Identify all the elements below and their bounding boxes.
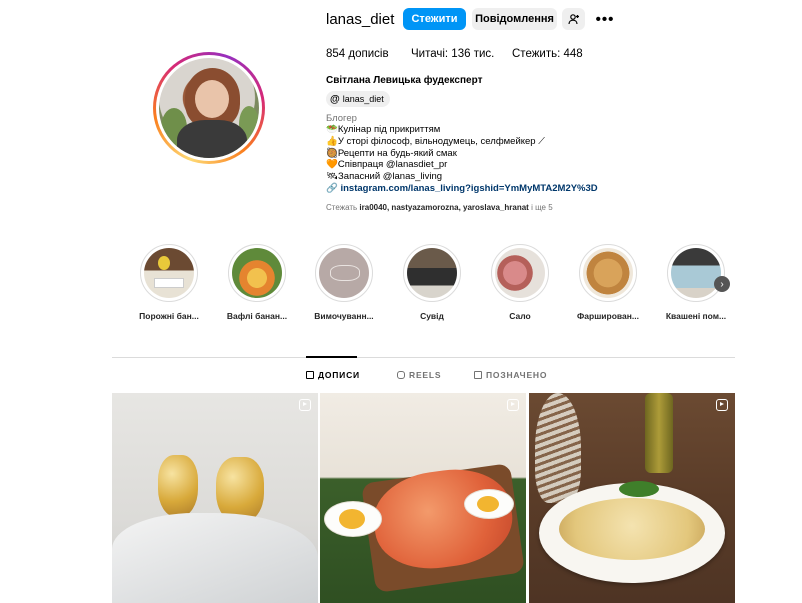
highlight-cover bbox=[495, 248, 545, 298]
highlight-cover bbox=[583, 248, 633, 298]
fern-leaf bbox=[535, 393, 581, 503]
highlight-label: Сало bbox=[509, 311, 531, 321]
bio-line: 🥗Кулінар під прикриттям bbox=[326, 124, 441, 135]
highlight-item[interactable]: Вимочуванн... bbox=[306, 244, 382, 321]
bio-line: 🥘Рецепти на будь-який смак bbox=[326, 147, 457, 159]
threads-badge[interactable]: @ lanas_diet bbox=[326, 91, 390, 107]
tab-tagged[interactable]: ПОЗНАЧЕНО bbox=[474, 370, 547, 380]
highlight-item[interactable]: Порожні бан... bbox=[131, 244, 207, 321]
highlight-label: Порожні бан... bbox=[139, 311, 199, 321]
blanket bbox=[112, 513, 318, 603]
bio-line: 🧡Співпраця @lanasdiet_pr bbox=[326, 159, 448, 171]
grid-icon bbox=[306, 371, 314, 379]
highlight-label: Вимочуванн... bbox=[314, 311, 374, 321]
reel-icon bbox=[716, 399, 728, 411]
add-user-icon bbox=[567, 14, 579, 25]
avatar-photo bbox=[159, 58, 259, 158]
tagged-icon bbox=[474, 371, 482, 379]
highlights-next-button[interactable]: › bbox=[714, 276, 730, 292]
highlight-item[interactable]: Вафлі банан... bbox=[219, 244, 295, 321]
oil-bottle bbox=[645, 393, 673, 473]
posts-count: 854 дописів bbox=[326, 48, 389, 60]
bio-line: 👍У сторі філософ, вільнодумець, селфмейк… bbox=[326, 135, 545, 147]
highlight-cover bbox=[144, 248, 194, 298]
highlight-label: Вафлі банан... bbox=[226, 311, 288, 321]
threads-handle: lanas_diet bbox=[342, 94, 384, 104]
followed-by-names: ira0040, nastyazamorozna, yaroslava_hran… bbox=[359, 203, 529, 212]
profile-full-name: Світлана Левицька фудексперт bbox=[326, 75, 483, 86]
post-thumbnail[interactable] bbox=[320, 393, 526, 603]
reel-icon bbox=[299, 399, 311, 411]
profile-external-link[interactable]: 🔗 instagram.com/lanas_living?igshid=YmMy… bbox=[326, 183, 598, 194]
highlight-label: Сувід bbox=[420, 311, 444, 321]
highlight-item[interactable]: Сало bbox=[482, 244, 558, 321]
link-icon: 🔗 bbox=[326, 183, 341, 194]
post-thumbnail[interactable] bbox=[529, 393, 735, 603]
egg-half bbox=[464, 489, 514, 519]
balloon-four bbox=[158, 455, 198, 517]
reels-icon bbox=[397, 371, 405, 379]
highlight-cover bbox=[232, 248, 282, 298]
tab-posts-label: ДОПИСИ bbox=[318, 370, 360, 380]
herbs bbox=[619, 481, 659, 497]
followed-by-prefix: Стежать bbox=[326, 203, 358, 212]
post-thumbnail[interactable] bbox=[112, 393, 318, 603]
followers-count[interactable]: Читачі: 136 тис. bbox=[411, 48, 494, 60]
highlight-cover bbox=[319, 248, 369, 298]
tab-reels[interactable]: REELS bbox=[397, 370, 441, 380]
bio-line: 🛰Запасний @lanas_living bbox=[326, 171, 443, 183]
link-text: instagram.com/lanas_living?igshid=YmMyMT… bbox=[340, 183, 598, 194]
egg-half bbox=[324, 501, 382, 537]
more-options-button[interactable]: ••• bbox=[594, 8, 616, 30]
profile-category: Блогер bbox=[326, 113, 357, 124]
highlight-label: Фарширован... bbox=[577, 311, 639, 321]
reel-icon bbox=[507, 399, 519, 411]
threads-icon: @ bbox=[330, 93, 340, 105]
tab-tagged-label: ПОЗНАЧЕНО bbox=[486, 370, 548, 380]
highlight-item[interactable]: Сувід bbox=[394, 244, 470, 321]
add-user-button[interactable] bbox=[562, 8, 585, 30]
highlight-cover bbox=[671, 248, 721, 298]
profile-username: lanas_diet bbox=[326, 11, 395, 28]
tab-posts[interactable]: ДОПИСИ bbox=[306, 370, 360, 380]
soup bbox=[559, 498, 705, 560]
highlight-item[interactable]: Фарширован... bbox=[570, 244, 646, 321]
followed-by[interactable]: Стежать ira0040, nastyazamorozna, yarosl… bbox=[326, 203, 553, 212]
active-tab-indicator bbox=[306, 356, 357, 358]
tabs-divider bbox=[112, 357, 735, 358]
profile-header: lanas_diet Стежити Повідомлення ••• 854 … bbox=[0, 0, 802, 225]
profile-avatar[interactable] bbox=[153, 52, 265, 164]
followed-by-suffix: і ще 5 bbox=[531, 203, 553, 212]
profile-bio: 🥗Кулінар під прикриттям 👍У сторі філософ… bbox=[326, 124, 545, 183]
highlight-label: Квашені пом... bbox=[665, 311, 727, 321]
tab-reels-label: REELS bbox=[409, 370, 442, 380]
follow-button[interactable]: Стежити bbox=[403, 8, 466, 30]
message-button[interactable]: Повідомлення bbox=[472, 8, 557, 30]
highlight-cover bbox=[407, 248, 457, 298]
following-count[interactable]: Стежить: 448 bbox=[512, 48, 583, 60]
